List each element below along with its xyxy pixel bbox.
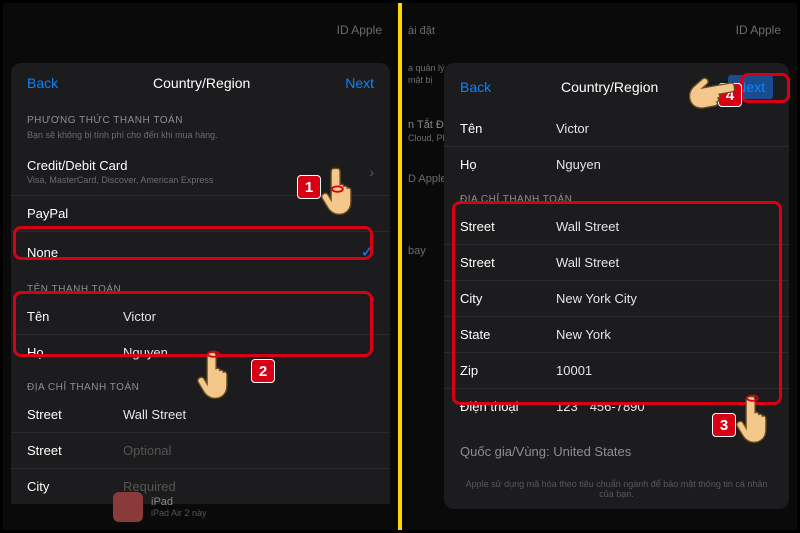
street-row[interactable]: Street Wall Street (11, 397, 390, 433)
street-value: Wall Street (123, 407, 374, 422)
bg-id-apple-right: ID Apple (736, 23, 781, 37)
bg-ipad-label: iPad (151, 496, 207, 508)
credit-card-row[interactable]: Credit/Debit Card Visa, MasterCard, Disc… (11, 148, 390, 196)
state-row[interactable]: State New York (444, 317, 789, 353)
street2-placeholder: Optional (123, 443, 374, 458)
bg-bay: bay (408, 245, 426, 257)
modal-title: Country/Region (58, 75, 345, 91)
street-label: Street (460, 219, 556, 234)
paypal-row[interactable]: PayPal (11, 196, 390, 232)
back-button[interactable]: Back (27, 75, 58, 91)
first-name-label: Tên (27, 309, 123, 324)
back-button[interactable]: Back (460, 79, 491, 95)
none-row[interactable]: None ✓ (11, 232, 390, 272)
street2-row[interactable]: Street Wall Street (444, 245, 789, 281)
bg-id-apple: ID Apple (337, 23, 382, 37)
country-region-value: Quốc gia/Vùng: United States (460, 444, 773, 459)
zip-label: Zip (460, 363, 556, 378)
billing-address-header: ĐỊA CHỈ THANH TOÁN (444, 182, 789, 209)
bg-apple: D Apple (408, 173, 447, 185)
payment-method-sub: Bạn sẽ không bị tính phí cho đến khi mua… (11, 130, 390, 148)
right-pane: ID Apple ài đặt a quản lý mật bị n Tắt Đ… (402, 3, 797, 530)
street-value: Wall Street (556, 219, 773, 234)
phone-number: 456-7890 (590, 399, 645, 414)
bg-tat: n Tắt Đ (408, 119, 444, 131)
bg-sub1: a quản lý (408, 63, 445, 73)
left-pane: ID Apple Back Country/Region Next PHƯƠNG… (3, 3, 398, 530)
last-name-value: Nguyen (556, 157, 773, 172)
street-label: Street (27, 407, 123, 422)
bg-settings: ài đặt (408, 25, 435, 37)
street-row[interactable]: Street Wall Street (444, 209, 789, 245)
zip-row[interactable]: Zip 10001 (444, 353, 789, 389)
phone-label: Điện thoại (460, 399, 556, 414)
checkmark-icon: ✓ (361, 242, 374, 262)
modal-title: Country/Region (491, 79, 728, 95)
first-name-row[interactable]: Tên Victor (11, 299, 390, 335)
next-button[interactable]: Next (728, 75, 773, 99)
modal-header: Back Country/Region Next (444, 63, 789, 111)
billing-address-header: ĐỊA CHỈ THANH TOÁN (11, 370, 390, 397)
last-name-row[interactable]: Họ Nguyen (444, 147, 789, 182)
paypal-label: PayPal (27, 206, 374, 221)
state-label: State (460, 327, 556, 342)
bg-ipad-sub: iPad Air 2 này (151, 508, 207, 518)
ipad-icon (113, 492, 143, 522)
chevron-right-icon: › (369, 164, 374, 180)
credit-card-sub: Visa, MasterCard, Discover, American Exp… (27, 175, 369, 185)
country-region-modal-left: Back Country/Region Next PHƯƠNG THỨC THA… (11, 63, 390, 504)
street2-label: Street (27, 443, 123, 458)
street2-label: Street (460, 255, 556, 270)
last-name-label: Họ (27, 345, 123, 360)
credit-card-label: Credit/Debit Card (27, 158, 369, 173)
city-label: City (27, 479, 123, 494)
first-name-value: Victor (556, 121, 773, 136)
next-button[interactable]: Next (345, 75, 374, 91)
street2-row[interactable]: Street Optional (11, 433, 390, 469)
street2-value: Wall Street (556, 255, 773, 270)
none-label: None (27, 245, 361, 260)
last-name-value: Nguyen (123, 345, 374, 360)
phone-row[interactable]: Điện thoại 123 456-7890 (444, 389, 789, 424)
city-label: City (460, 291, 556, 306)
first-name-label: Tên (460, 121, 556, 136)
payment-method-header: PHƯƠNG THỨC THANH TOÁN (11, 103, 390, 130)
city-value: New York City (556, 291, 773, 306)
last-name-label: Họ (460, 157, 556, 172)
last-name-row[interactable]: Họ Nguyen (11, 335, 390, 370)
bg-ipad-item: iPad iPad Air 2 này (113, 492, 207, 522)
first-name-value: Victor (123, 309, 374, 324)
country-region-row[interactable]: Quốc gia/Vùng: United States (444, 434, 789, 469)
bg-sub2: mật bị (408, 75, 433, 85)
encryption-footer: Apple sử dụng mã hóa theo tiêu chuẩn ngà… (444, 469, 789, 509)
city-row[interactable]: City New York City (444, 281, 789, 317)
first-name-row[interactable]: Tên Victor (444, 111, 789, 147)
modal-header: Back Country/Region Next (11, 63, 390, 103)
phone-area: 123 (556, 399, 578, 414)
state-value: New York (556, 327, 773, 342)
billing-name-header: TÊN THANH TOÁN (11, 272, 390, 299)
country-region-modal-right: Back Country/Region Next Tên Victor Họ N… (444, 63, 789, 509)
zip-value: 10001 (556, 363, 773, 378)
